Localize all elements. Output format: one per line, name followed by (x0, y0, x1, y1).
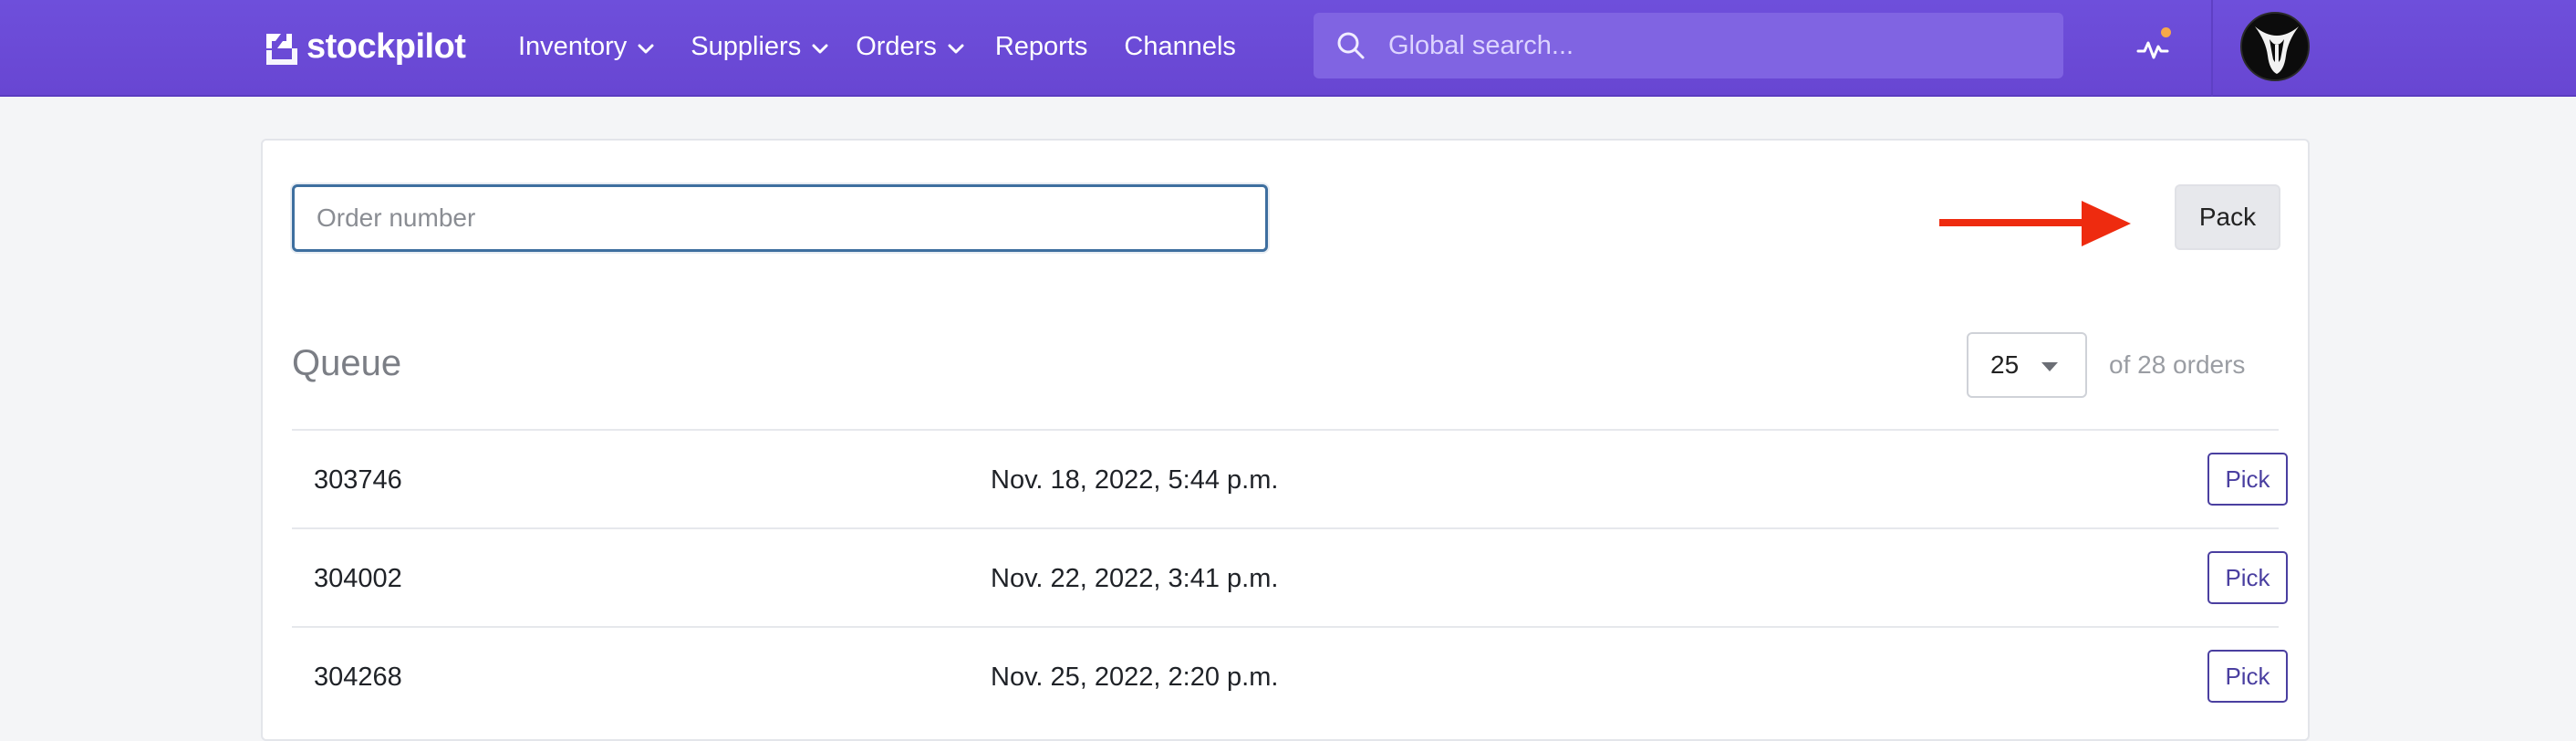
nav-item-orders[interactable]: Orders (856, 24, 964, 69)
arrow-right-icon (1939, 201, 2131, 246)
order-number: 303746 (314, 465, 402, 495)
pack-button[interactable]: Pack (2175, 184, 2280, 250)
caret-down-icon (2041, 362, 2058, 371)
queue-title: Queue (292, 343, 402, 383)
pick-button[interactable]: Pick (2207, 453, 2288, 506)
table-row: 303746 Nov. 18, 2022, 5:44 p.m. Pick (292, 429, 2288, 527)
per-page-value: 25 (1990, 350, 2020, 379)
order-count: of 28 orders (2109, 350, 2246, 379)
table-row: 304268 Nov. 25, 2022, 2:20 p.m. Pick (292, 626, 2288, 725)
activity-button[interactable] (2133, 27, 2173, 68)
order-number-input[interactable] (292, 184, 1268, 252)
nav-item-reports[interactable]: Reports (995, 24, 1088, 69)
nav-item-label: Orders (856, 32, 937, 61)
top-navbar: stockpilot Inventory Suppliers Orders Re… (0, 0, 2576, 97)
nav-item-label: Suppliers (691, 32, 802, 61)
user-avatar[interactable] (2240, 12, 2310, 81)
queue-table: 303746 Nov. 18, 2022, 5:44 p.m. Pick 304… (292, 429, 2288, 725)
order-date: Nov. 25, 2022, 2:20 p.m. (991, 663, 1279, 692)
main-nav: Inventory Suppliers Orders Reports Chann… (518, 24, 1236, 69)
packing-card: Pack Queue 25 of 28 orders 303746 Nov. 1… (261, 139, 2310, 741)
pick-button[interactable]: Pick (2207, 551, 2288, 604)
order-number: 304002 (314, 564, 402, 593)
nav-item-suppliers[interactable]: Suppliers (691, 24, 828, 69)
stockpilot-logo-icon (266, 34, 297, 65)
avatar-image (2242, 14, 2308, 79)
per-page-select[interactable]: 25 (1967, 332, 2087, 398)
pick-button[interactable]: Pick (2207, 650, 2288, 703)
nav-item-label: Inventory (518, 32, 628, 61)
nav-divider (2211, 0, 2213, 97)
order-number: 304268 (314, 663, 402, 692)
nav-item-label: Reports (994, 32, 1088, 61)
brand-logo[interactable]: stockpilot (261, 24, 466, 69)
global-search (1314, 13, 2063, 78)
chevron-down-icon (948, 44, 964, 54)
table-row: 304002 Nov. 22, 2022, 3:41 p.m. Pick (292, 527, 2288, 626)
nav-item-label: Channels (1124, 32, 1236, 61)
nav-item-channels[interactable]: Channels (1124, 24, 1236, 69)
brand-name: stockpilot (306, 27, 466, 66)
nav-item-inventory[interactable]: Inventory (518, 24, 654, 69)
search-icon (1337, 32, 1365, 59)
order-date: Nov. 18, 2022, 5:44 p.m. (991, 465, 1279, 495)
notification-dot (2161, 27, 2171, 37)
chevron-down-icon (812, 44, 828, 54)
global-search-input[interactable] (1388, 30, 2027, 61)
chevron-down-icon (638, 44, 654, 54)
order-date: Nov. 22, 2022, 3:41 p.m. (991, 564, 1279, 593)
